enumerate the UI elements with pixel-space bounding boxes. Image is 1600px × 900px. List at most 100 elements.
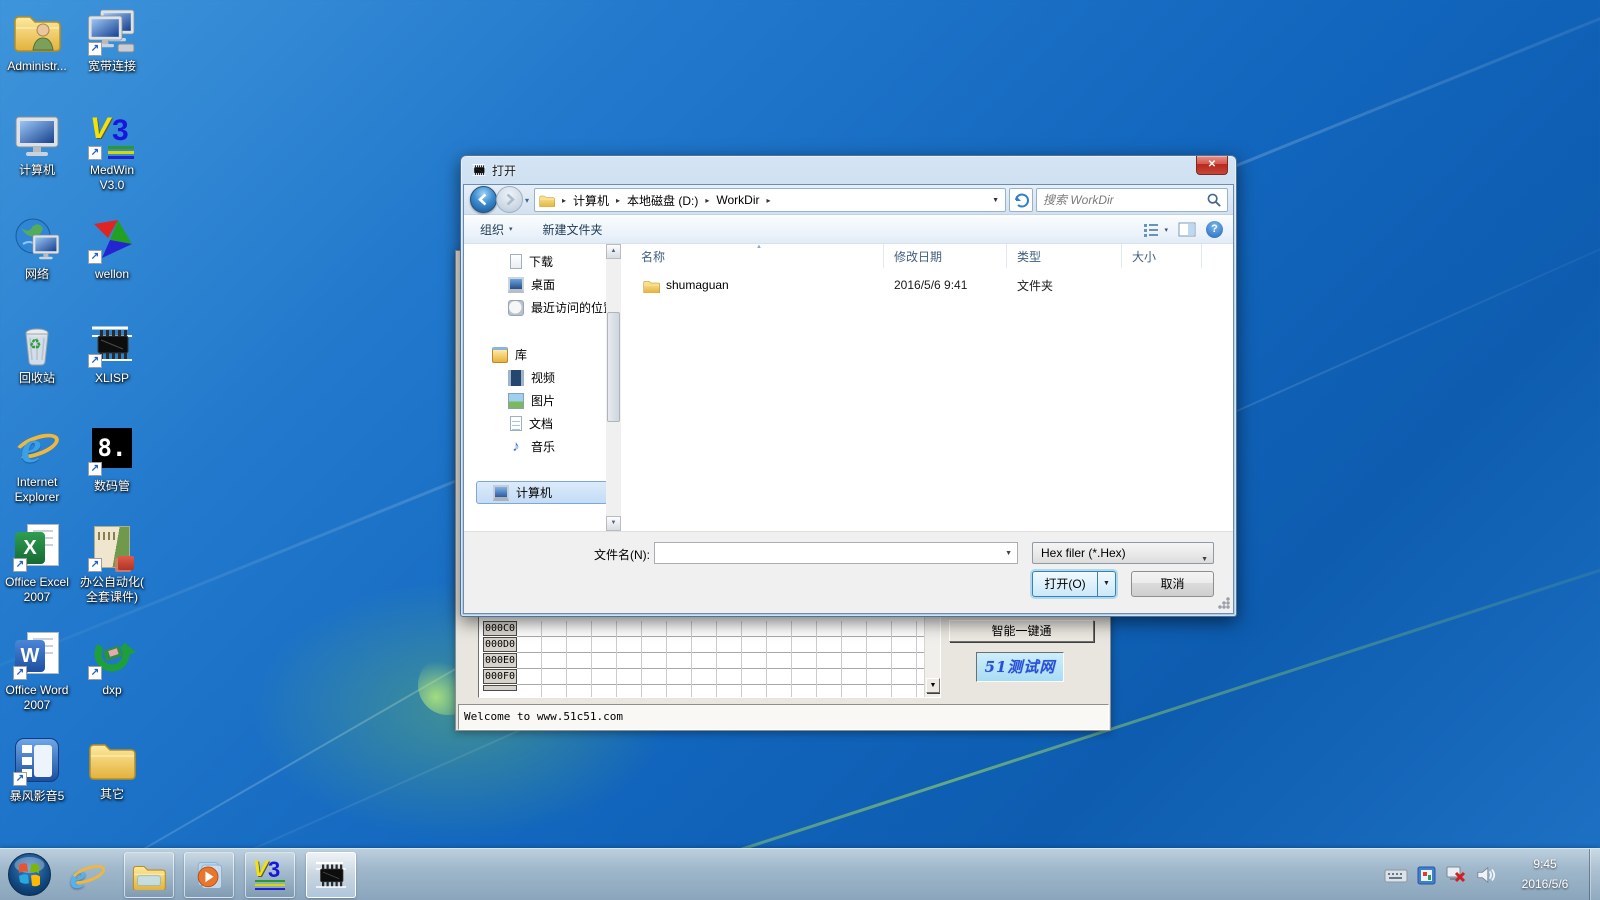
desktop-icon-computer[interactable]: 计算机 — [1, 112, 73, 212]
search-input[interactable] — [1043, 190, 1203, 210]
search-box[interactable] — [1036, 188, 1228, 212]
file-type-filter[interactable]: Hex filer (*.Hex) ▼ — [1032, 542, 1214, 564]
sidebar-item-computer[interactable]: 计算机 — [476, 481, 615, 504]
desktop-icon-recycle-bin[interactable]: ♻ 回收站 — [1, 320, 73, 420]
filename-combo[interactable]: ▼ — [654, 542, 1018, 564]
desktop-icon-label: Internet Explorer — [14, 475, 60, 504]
scroll-up-button[interactable]: ▲ — [606, 244, 621, 259]
sidebar-item-downloads[interactable]: 下载 — [464, 250, 621, 273]
smart-one-key-button[interactable]: 智能一键通 — [949, 620, 1094, 642]
desktop-icon-administrator[interactable]: Administr... — [1, 8, 73, 108]
open-split-dropdown[interactable]: ▼ — [1097, 572, 1115, 596]
sidebar-item-pictures[interactable]: 图片 — [464, 389, 621, 412]
address-breadcrumb-bar[interactable]: ▸ 计算机 ▸ 本地磁盘 (D:) ▸ WorkDir ▸ ▼ — [534, 188, 1006, 212]
input-method-tray-icon[interactable] — [1417, 866, 1436, 885]
desktop-icon-xlisp[interactable]: ↗ XLISP — [76, 320, 148, 420]
sidebar-item-music[interactable]: ♪ 音乐 — [464, 435, 621, 458]
desktop-icon-network[interactable]: 网络 — [1, 216, 73, 316]
desktop-icon-internet-explorer[interactable]: e Internet Explorer — [1, 421, 73, 524]
desktop-icon-word[interactable]: W ↗ Office Word 2007 — [1, 632, 73, 732]
desktop-icon-dxp[interactable]: ↗ dxp — [76, 632, 148, 732]
preview-pane-icon[interactable] — [1178, 222, 1196, 237]
sidebar-item-libraries[interactable]: 库 — [464, 343, 621, 366]
clock-date: 2016/5/6 — [1521, 877, 1569, 891]
broadband-icon: ↗ — [88, 8, 136, 56]
taskbar-programmer-button[interactable] — [306, 852, 356, 898]
resize-grip[interactable] — [1217, 597, 1230, 610]
pictures-icon — [508, 392, 524, 409]
column-header-size[interactable]: 大小 — [1122, 244, 1202, 268]
hex-row-label: 000E0 — [483, 653, 517, 668]
dropdown-icon: ▾ — [509, 226, 513, 233]
taskbar-ie-icon[interactable]: e — [68, 855, 110, 896]
recent-pages-chevron-icon[interactable]: ▾ — [525, 196, 529, 205]
start-button[interactable] — [7, 852, 52, 897]
desktop-icon-office-automation[interactable]: ↗ 办公自动化( 全套课件) — [76, 524, 148, 624]
desktop-icon-shumaguan[interactable]: 8. ↗ 数码管 — [76, 424, 148, 524]
views-button[interactable]: ▾ — [1143, 223, 1168, 237]
dialog-title: 打开 — [492, 163, 517, 178]
sidebar-item-videos[interactable]: 视频 — [464, 366, 621, 389]
refresh-button[interactable] — [1009, 188, 1033, 212]
crumb-separator-icon: ▸ — [562, 195, 567, 205]
taskbar-clock[interactable]: 9:45 2016/5/6 — [1502, 854, 1588, 894]
sidebar-scrollbar[interactable]: ▲ ▼ — [606, 244, 621, 531]
sidebar-item-documents[interactable]: 文档 — [464, 412, 621, 435]
word-icon: W ↗ — [13, 632, 61, 680]
scrollbar-thumb[interactable] — [607, 312, 620, 422]
music-icon: ♪ — [512, 437, 520, 455]
command-bar: 组织 ▾ 新建文件夹 ▾ ? — [464, 215, 1233, 244]
desktop-icon-label: Office Word 2007 — [5, 683, 69, 712]
breadcrumb-local-disk-d[interactable]: 本地磁盘 (D:) — [627, 192, 698, 209]
chip-icon: ↗ — [88, 320, 136, 368]
forward-button[interactable] — [496, 186, 523, 213]
recycle-bin-icon: ♻ — [13, 320, 61, 368]
organize-button[interactable]: 组织 ▾ — [480, 221, 513, 238]
desktop-icon-excel[interactable]: X ↗ Office Excel 2007 — [1, 524, 73, 624]
open-button[interactable]: 打开(O) ▼ — [1032, 571, 1116, 597]
open-button-label: 打开(O) — [1044, 577, 1086, 591]
shortcut-arrow-icon: ↗ — [13, 772, 27, 786]
seven-segment-icon: 8. ↗ — [88, 428, 136, 476]
sidebar-item-recent-places[interactable]: 最近访问的位置 — [464, 296, 621, 319]
taskbar-explorer-button[interactable] — [124, 852, 174, 898]
help-button[interactable]: ? — [1206, 221, 1223, 238]
desktop-icon-label: MedWin V3.0 — [89, 163, 134, 192]
column-header-name[interactable]: 名称 — [621, 244, 884, 268]
desktop-icon-baofeng[interactable]: ↗ 暴风影音5 — [1, 736, 73, 836]
filename-label: 文件名(N): — [594, 548, 650, 562]
keyboard-tray-icon[interactable] — [1384, 868, 1408, 883]
taskbar-medwin-button[interactable]: V3 — [245, 852, 295, 898]
close-button[interactable]: ✕ — [1196, 156, 1228, 175]
media-player-icon — [197, 861, 223, 889]
documents-icon — [510, 416, 522, 431]
hex-grid — [517, 621, 924, 697]
hex-row-labels: 000C0 000D0 000E0 000F0 — [483, 621, 517, 692]
address-dropdown-icon[interactable]: ▼ — [992, 197, 999, 204]
desktop-icon-wellon[interactable]: ↗ wellon — [76, 216, 148, 316]
column-header-date[interactable]: 修改日期 — [884, 244, 1007, 268]
show-desktop-button[interactable] — [1589, 849, 1600, 900]
breadcrumb-computer[interactable]: 计算机 — [573, 192, 609, 209]
desktop-icon-other-folder[interactable]: 其它 — [76, 736, 148, 836]
network-status-tray-icon[interactable] — [1445, 865, 1467, 885]
system-tray — [1384, 849, 1496, 900]
dropdown-icon[interactable]: ▼ — [1005, 550, 1012, 557]
hex-row-label-clipped — [483, 685, 517, 691]
taskbar-media-player-button[interactable] — [184, 852, 234, 898]
cancel-button[interactable]: 取消 — [1131, 571, 1214, 597]
scroll-down-button[interactable]: ▼ — [926, 678, 940, 693]
desktop-icon-medwin[interactable]: V3 ↗ MedWin V3.0 — [76, 112, 148, 212]
column-header-type[interactable]: 类型 — [1007, 244, 1122, 268]
volume-tray-icon[interactable] — [1476, 865, 1496, 885]
new-folder-button[interactable]: 新建文件夹 — [543, 221, 603, 238]
scroll-down-button[interactable]: ▼ — [606, 516, 621, 531]
file-row-shumaguan[interactable]: shumaguan 2016/5/6 9:41 文件夹 — [621, 274, 1233, 296]
breadcrumb-workdir[interactable]: WorkDir — [716, 193, 759, 207]
sidebar-item-desktop[interactable]: 桌面 — [464, 273, 621, 296]
open-file-dialog: 打开 ✕ ▾ ▸ 计算机 ▸ 本地磁盘 (D:) ▸ WorkDir ▸ ▼ 搜… — [460, 155, 1237, 617]
back-button[interactable] — [470, 186, 497, 213]
desktop-icon-broadband[interactable]: ↗ 宽带连接 — [76, 8, 148, 108]
filename-input[interactable] — [658, 544, 993, 562]
dialog-titlebar[interactable]: 打开 ✕ — [461, 156, 1236, 184]
